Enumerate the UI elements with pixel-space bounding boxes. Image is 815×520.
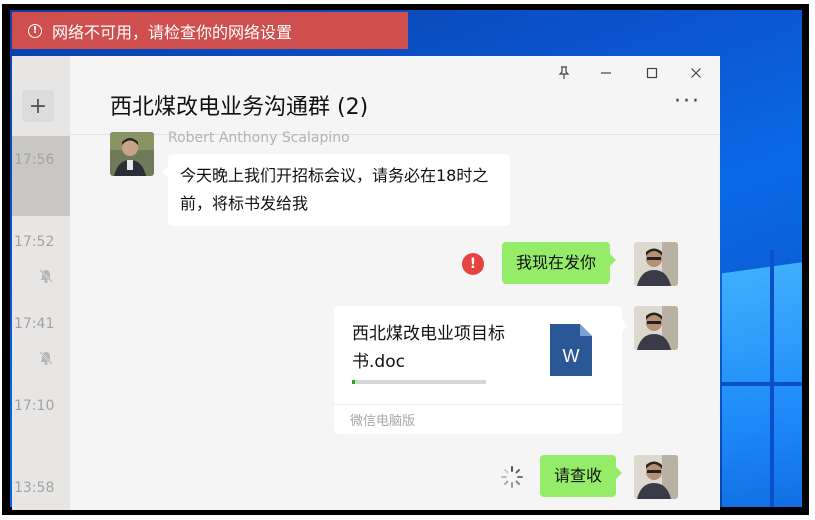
avatar-image [634,455,678,499]
network-error-banner[interactable]: ! 网络不可用，请检查你的网络设置 [12,12,408,49]
file-upload-progress-fill [352,380,355,384]
minimize-button[interactable] [596,66,616,84]
maximize-icon [646,67,658,79]
my-avatar[interactable] [634,242,678,286]
minimize-icon [601,72,611,74]
mute-bell-icon [39,351,53,365]
windows-logo-divider [770,249,774,507]
avatar-image [634,242,678,286]
file-upload-progress [352,380,486,384]
conversation-time: 17:10 [14,398,55,414]
conversation-sidebar: + 17:56 17:52 17:41 17:10 13:58 [12,56,70,510]
send-failed-icon[interactable]: ! [462,253,484,275]
file-name: 西北煤改电业项目标书.doc [352,324,505,372]
close-button[interactable] [686,66,706,84]
sending-spinner-icon [501,466,523,488]
wechat-window: + 17:56 17:52 17:41 17:10 13:58 西北煤改电业务沟… [12,56,720,510]
conversation-time: 17:56 [14,152,55,168]
add-chat-button[interactable]: + [22,90,54,122]
conversation-time: 13:58 [14,480,55,496]
file-card-divider [334,404,622,405]
sender-name: Robert Anthony Scalapino [168,130,350,146]
pin-icon [558,66,570,79]
file-source-label: 微信电脑版 [350,414,416,429]
conversation-time: 17:52 [14,234,55,250]
windows-logo-divider [722,382,802,386]
network-error-text: 网络不可用，请检查你的网络设置 [52,22,293,42]
file-message-card[interactable]: 西北煤改电业项目标书.doc W 微信电脑版 [334,306,628,434]
info-circle-icon: ! [28,23,42,38]
avatar[interactable] [110,132,154,176]
mute-bell-icon [39,269,53,283]
word-document-icon: W [550,324,592,376]
chat-title: 西北煤改电业务沟通群 (2) [110,95,369,120]
avatar-image [634,306,678,350]
message-bubble-incoming[interactable]: 今天晚上我们开招标会议，请务必在18时之前，将标书发给我 [162,154,510,226]
avatar-image [110,132,154,176]
message-bubble-outgoing[interactable]: 请查收 [540,455,623,497]
chat-panel: 西北煤改电业务沟通群 (2) ··· Robert Anthony Scalap… [70,56,720,510]
more-options-button[interactable]: ··· [674,89,701,114]
selected-conversation[interactable] [12,136,70,216]
pin-button[interactable] [554,66,574,84]
close-icon [691,68,701,78]
my-avatar[interactable] [634,455,678,499]
maximize-button[interactable] [642,66,662,84]
conversation-time: 17:41 [14,316,55,332]
message-bubble-outgoing[interactable]: 我现在发你 [502,242,617,284]
svg-text:W: W [563,346,580,366]
my-avatar[interactable] [634,306,678,350]
